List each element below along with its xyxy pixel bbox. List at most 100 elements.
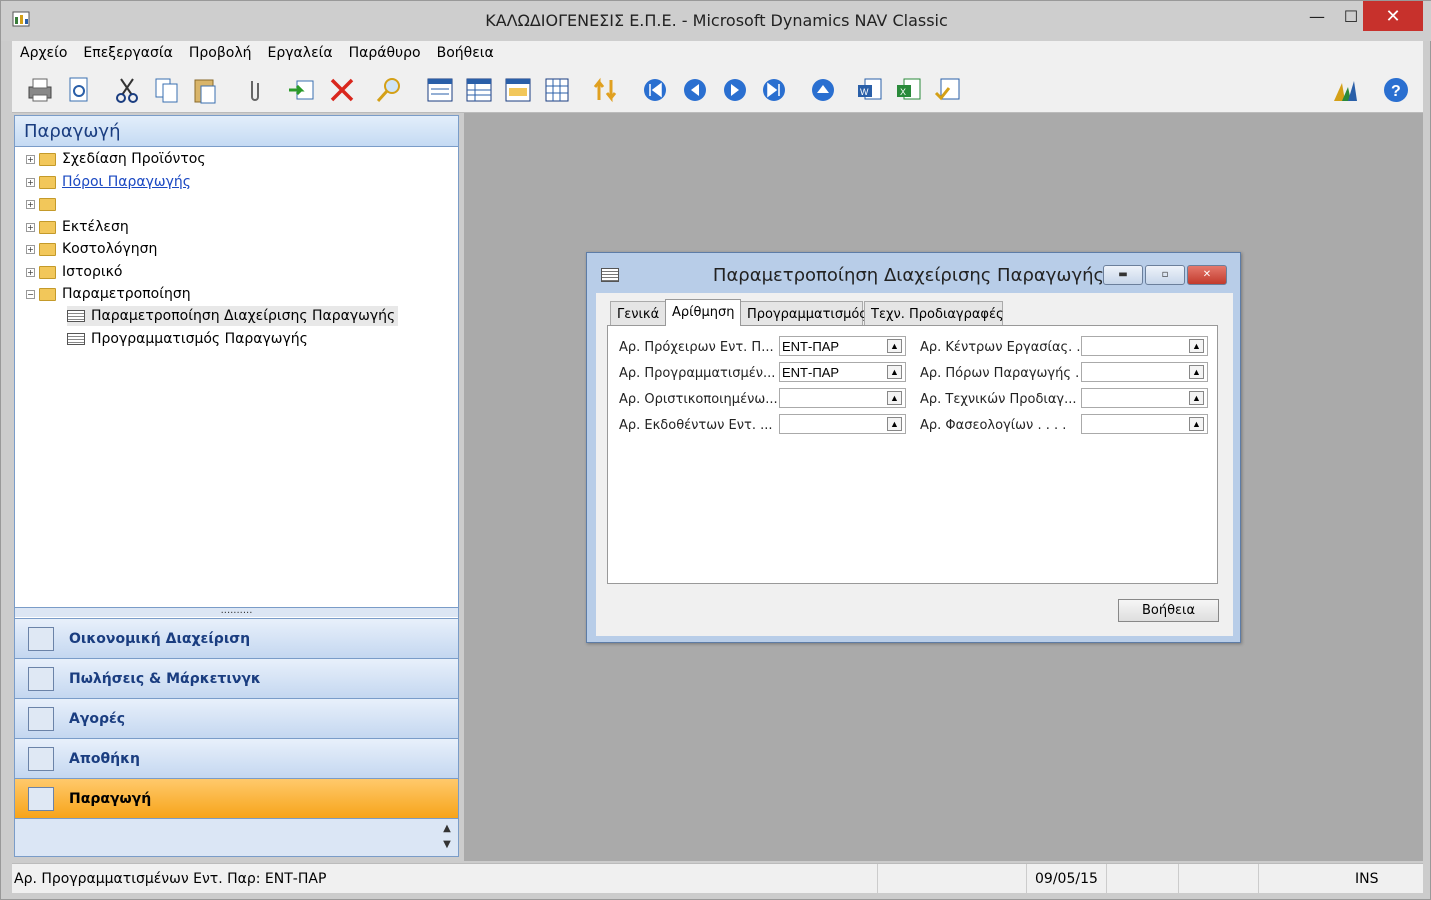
routing-nos-field[interactable]: ▲ <box>1081 414 1208 434</box>
menu-window[interactable]: Παράθυρο <box>341 45 429 61</box>
released-order-nos-field[interactable]: ▲ <box>779 414 906 434</box>
send-icon[interactable] <box>287 75 317 105</box>
tree-item-label[interactable]: Πόροι Παραγωγής <box>62 174 191 190</box>
menu-help[interactable]: Βοήθεια <box>429 45 502 61</box>
folder-icon <box>39 152 56 166</box>
delete-icon[interactable] <box>327 75 357 105</box>
menu-edit[interactable]: Επεξεργασία <box>75 45 180 61</box>
tree-item-label: Ιστορικό <box>62 264 123 280</box>
tree-item-product-design[interactable]: + Σχεδίαση Προϊόντος <box>26 149 206 169</box>
lookup-arrow-icon[interactable]: ▲ <box>1189 391 1204 405</box>
scroll-arrows[interactable]: ▲ ▼ <box>438 821 456 855</box>
first-icon[interactable] <box>640 75 670 105</box>
dialog-maximize-button[interactable]: ▫ <box>1145 265 1185 285</box>
tree-item-label: Εκτέλεση <box>62 219 129 235</box>
nav-button-warehouse[interactable]: Αποθήκη <box>15 738 458 778</box>
tab-general[interactable]: Γενικά <box>610 301 666 325</box>
status-bar: Αρ. Προγραμματισμένων Εντ. Παρ: ΕΝΤ-ΠΑΡ … <box>12 863 1423 894</box>
open-folder-icon <box>39 287 56 301</box>
previous-icon[interactable] <box>680 75 710 105</box>
find-icon[interactable] <box>374 75 404 105</box>
expand-icon[interactable]: + <box>26 267 35 277</box>
tree-item-label: Παραμετροποίηση <box>62 286 191 302</box>
table-icon[interactable] <box>542 75 572 105</box>
dynamics-icon[interactable] <box>1330 75 1360 105</box>
up-icon[interactable] <box>808 75 838 105</box>
field-value: ΕΝΤ-ΠΑΡ <box>782 365 840 380</box>
dialog-close-button[interactable]: ✕ <box>1187 265 1227 285</box>
help-icon[interactable]: ? <box>1381 75 1411 105</box>
form-icon[interactable] <box>425 75 455 105</box>
word-icon[interactable]: W <box>855 75 885 105</box>
tree-item-production-resources[interactable]: + Πόροι Παραγωγής <box>26 172 191 192</box>
tree-item-history[interactable]: + Ιστορικό <box>26 262 122 282</box>
nav-button-purchase[interactable]: Αγορές <box>15 698 458 738</box>
svg-text:W: W <box>860 87 869 97</box>
lookup-arrow-icon[interactable]: ▲ <box>887 391 902 405</box>
window-title: ΚΑΛΩΔΙΟΓΕΝΕΣΙΣ Ε.Π.Ε. - Microsoft Dynami… <box>485 11 948 30</box>
menu-tools[interactable]: Εργαλεία <box>260 45 341 61</box>
svg-text:X: X <box>900 87 906 97</box>
lookup-arrow-icon[interactable]: ▲ <box>1189 417 1204 431</box>
excel-icon[interactable]: X <box>894 75 924 105</box>
tab-technical-specs[interactable]: Τεχν. Προδιαγραφές <box>864 301 1004 325</box>
production-bom-nos-field[interactable]: ▲ <box>1081 388 1208 408</box>
lookup-arrow-icon[interactable]: ▲ <box>1189 365 1204 379</box>
print-preview-icon[interactable] <box>64 75 94 105</box>
tab-planning[interactable]: Προγραμματισμός <box>740 301 867 325</box>
dialog-body: Γενικά Αρίθμηση Προγραμματισμός Τεχν. Πρ… <box>596 293 1233 636</box>
collapse-icon[interactable]: − <box>26 289 35 299</box>
lookup-arrow-icon[interactable]: ▲ <box>887 417 902 431</box>
lookup-arrow-icon[interactable]: ▲ <box>887 339 902 353</box>
nav-button-financial-management[interactable]: Οικονομική Διαχείριση <box>15 618 458 658</box>
nav-button-sales-marketing[interactable]: Πωλήσεις & Μάρκετινγκ <box>15 658 458 698</box>
card-icon[interactable] <box>503 75 533 105</box>
expand-icon[interactable]: + <box>26 222 35 232</box>
pane-splitter[interactable]: .......... <box>15 606 458 617</box>
close-button[interactable]: ✕ <box>1363 1 1423 31</box>
paste-icon[interactable] <box>190 75 220 105</box>
lookup-arrow-icon[interactable]: ▲ <box>1189 339 1204 353</box>
tree-item-production-planning[interactable]: Προγραμματισμός Παραγωγής <box>67 329 308 349</box>
manufacturing-setup-dialog: Παραμετροποίηση Διαχείρισης Παραγωγής ▬ … <box>586 252 1241 643</box>
navigation-pane: Παραγωγή + Σχεδίαση Προϊόντος + Πόροι Παρα… <box>14 115 459 857</box>
nav-button-manufacturing[interactable]: Παραγωγή <box>15 778 458 818</box>
list-icon[interactable] <box>464 75 494 105</box>
copy-icon[interactable] <box>152 75 182 105</box>
simulated-order-nos-field[interactable]: ΕΝΤ-ΠΑΡ ▲ <box>779 336 906 356</box>
status-panel-empty <box>1178 864 1258 894</box>
tree-item-execution[interactable]: + Εκτέλεση <box>26 217 129 237</box>
expand-icon[interactable]: + <box>26 199 35 209</box>
lookup-arrow-icon[interactable]: ▲ <box>887 365 902 379</box>
firm-planned-order-nos-field[interactable]: ▲ <box>779 388 906 408</box>
nav-button-label: Αποθήκη <box>69 750 141 767</box>
attach-icon[interactable] <box>240 75 270 105</box>
work-center-nos-field[interactable]: ▲ <box>1081 336 1208 356</box>
machine-center-nos-field[interactable]: ▲ <box>1081 362 1208 382</box>
menu-file[interactable]: Αρχείο <box>12 45 75 61</box>
tree-item-costing[interactable]: + Κοστολόγηση <box>26 239 157 259</box>
purchase-icon <box>28 706 54 731</box>
tree-item-unnamed[interactable]: + <box>26 194 62 214</box>
dialog-minimize-button[interactable]: ▬ <box>1103 265 1143 285</box>
expand-icon[interactable]: + <box>26 244 35 254</box>
print-icon[interactable] <box>25 75 55 105</box>
tree-item-setup[interactable]: − Παραμετροποίηση <box>26 284 191 304</box>
cut-icon[interactable] <box>112 75 142 105</box>
field-label: Αρ. Κέντρων Εργασίας. . <box>920 340 1081 355</box>
tab-numbering[interactable]: Αρίθμηση <box>665 299 741 326</box>
menu-bar: Αρχείο Επεξεργασία Προβολή Εργαλεία Παρά… <box>12 41 1423 65</box>
options-icon[interactable] <box>933 75 963 105</box>
menu-view[interactable]: Προβολή <box>181 45 260 61</box>
sort-icon[interactable] <box>590 75 620 105</box>
status-panel-empty <box>1106 864 1178 894</box>
last-icon[interactable] <box>759 75 789 105</box>
tree-item-manufacturing-setup[interactable]: Παραμετροποίηση Διαχείρισης Παραγωγής <box>67 306 399 326</box>
help-button[interactable]: Βοήθεια <box>1118 599 1219 622</box>
tree-item-label: Κοστολόγηση <box>62 241 158 257</box>
next-icon[interactable] <box>720 75 750 105</box>
expand-icon[interactable]: + <box>26 154 35 164</box>
field-value: ΕΝΤ-ΠΑΡ <box>782 339 840 354</box>
expand-icon[interactable]: + <box>26 177 35 187</box>
planned-order-nos-field[interactable]: ΕΝΤ-ΠΑΡ ▲ <box>779 362 906 382</box>
